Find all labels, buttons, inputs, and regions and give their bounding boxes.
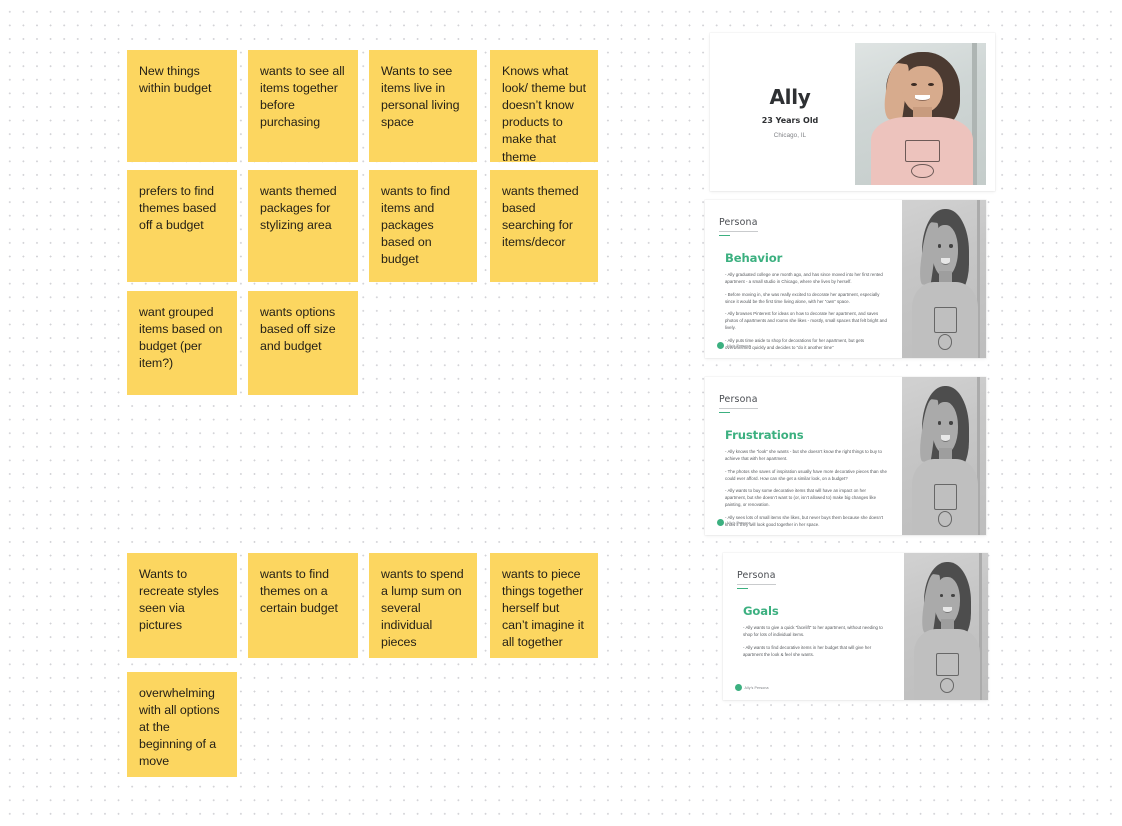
persona-behavior-slide[interactable]: Persona Behavior - Ally graduated colleg… bbox=[705, 200, 986, 358]
bullet-list: - Ally graduated college one month ago, … bbox=[725, 271, 888, 351]
bullet-item: - Ally knows the “look” she wants - but … bbox=[725, 449, 882, 462]
sticky-note-text: wants themed packages for stylizing area bbox=[260, 184, 337, 233]
sticky-note[interactable]: wants options based off size and budget bbox=[248, 291, 358, 395]
kicker-rule bbox=[719, 411, 730, 414]
sticky-note[interactable]: wants themed packages for stylizing area bbox=[248, 170, 358, 282]
sticky-note-text: want grouped items based on budget (per … bbox=[139, 305, 223, 371]
sticky-note-text: wants to spend a lump sum on several ind… bbox=[381, 567, 464, 650]
persona-photo bbox=[902, 200, 986, 358]
sticky-note-text: wants options based off size and budget bbox=[260, 305, 336, 354]
sticky-note-text: Wants to see items live in personal livi… bbox=[381, 64, 460, 130]
persona-frustrations-slide[interactable]: Persona Frustrations - Ally knows the “l… bbox=[705, 377, 986, 535]
sticky-note-text: New things within budget bbox=[139, 64, 212, 96]
sticky-note-text: Knows what look/ theme but doesn’t know … bbox=[502, 64, 586, 164]
persona-age: 23 Years Old bbox=[761, 116, 819, 125]
sticky-note[interactable]: wants themed based searching for items/d… bbox=[490, 170, 598, 282]
persona-identity: Ally 23 Years Old Chicago, IL bbox=[710, 33, 858, 191]
whiteboard-canvas[interactable]: New things within budget wants to see al… bbox=[0, 0, 1122, 826]
kicker-rule bbox=[719, 234, 730, 237]
goals-content: Persona Goals - Ally wants to give a qui… bbox=[723, 553, 904, 700]
logo-label: Ally’s Persona bbox=[726, 520, 751, 525]
bullet-list: - Ally wants to give a quick “facelift” … bbox=[743, 624, 890, 658]
slide-kicker: Persona bbox=[719, 217, 758, 232]
behavior-content: Persona Behavior - Ally graduated colleg… bbox=[705, 200, 902, 358]
persona-goals-slide[interactable]: Persona Goals - Ally wants to give a qui… bbox=[723, 553, 988, 700]
logo-circle-icon bbox=[717, 519, 724, 526]
sticky-note[interactable]: Wants to recreate styles seen via pictur… bbox=[127, 553, 237, 658]
sticky-note-text: overwhelming with all options at the beg… bbox=[139, 686, 220, 769]
bullet-item: - Ally graduated college one month ago, … bbox=[725, 272, 883, 285]
persona-location: Chicago, IL bbox=[773, 132, 807, 139]
sticky-note-text: Wants to recreate styles seen via pictur… bbox=[139, 567, 219, 633]
persona-photo bbox=[855, 43, 986, 185]
logo-label: Ally’s Persona bbox=[744, 685, 769, 690]
sticky-note[interactable]: New things within budget bbox=[127, 50, 237, 162]
sticky-note[interactable]: prefers to find themes based off a budge… bbox=[127, 170, 237, 282]
sticky-note[interactable]: want grouped items based on budget (per … bbox=[127, 291, 237, 395]
brand-logo: Ally’s Persona bbox=[717, 342, 751, 349]
sticky-note[interactable]: overwhelming with all options at the beg… bbox=[127, 672, 237, 777]
sticky-note[interactable]: wants to find themes on a certain budget bbox=[248, 553, 358, 658]
bullet-list: - Ally knows the “look” she wants - but … bbox=[725, 448, 888, 528]
sticky-note-text: wants to see all items together before p… bbox=[260, 64, 345, 130]
persona-name: Ally bbox=[769, 85, 811, 109]
bullet-item: - The photos she saves of inspiration us… bbox=[725, 468, 887, 481]
slide-kicker: Persona bbox=[719, 394, 758, 409]
sticky-note-text: wants to piece things together herself b… bbox=[502, 567, 584, 650]
persona-cover-slide[interactable]: Ally 23 Years Old Chicago, IL bbox=[710, 33, 995, 191]
slide-heading: Goals bbox=[743, 604, 779, 619]
kicker-rule bbox=[737, 587, 748, 590]
brand-logo: Ally’s Persona bbox=[735, 684, 769, 691]
frustrations-content: Persona Frustrations - Ally knows the “l… bbox=[705, 377, 902, 535]
persona-photo bbox=[904, 553, 988, 700]
logo-circle-icon bbox=[735, 684, 742, 691]
sticky-note-text: wants to find themes on a certain budget bbox=[260, 567, 338, 616]
sticky-note-text: prefers to find themes based off a budge… bbox=[139, 184, 217, 233]
sticky-note-text: wants themed based searching for items/d… bbox=[502, 184, 579, 250]
sticky-note[interactable]: wants to spend a lump sum on several ind… bbox=[369, 553, 477, 658]
bullet-item: - Ally wants to buy some decorative item… bbox=[725, 488, 877, 508]
bullet-item: - Before moving in, she was really excit… bbox=[725, 291, 880, 304]
sticky-note[interactable]: wants to see all items together before p… bbox=[248, 50, 358, 162]
slide-heading: Frustrations bbox=[725, 428, 804, 443]
bullet-item: - Ally browses Pinterest for ideas on ho… bbox=[725, 311, 887, 331]
sticky-note-text: wants to find items and packages based o… bbox=[381, 184, 450, 267]
slide-heading: Behavior bbox=[725, 251, 783, 266]
persona-photo bbox=[902, 377, 986, 535]
bullet-item: - Ally wants to find decorative items in… bbox=[743, 644, 872, 657]
brand-logo: Ally’s Persona bbox=[717, 519, 751, 526]
logo-label: Ally’s Persona bbox=[726, 343, 751, 348]
sticky-note[interactable]: wants to piece things together herself b… bbox=[490, 553, 598, 658]
sticky-note[interactable]: wants to find items and packages based o… bbox=[369, 170, 477, 282]
sticky-note[interactable]: Wants to see items live in personal livi… bbox=[369, 50, 477, 162]
sticky-note[interactable]: Knows what look/ theme but doesn’t know … bbox=[490, 50, 598, 164]
bullet-item: - Ally wants to give a quick “facelift” … bbox=[743, 625, 883, 638]
slide-kicker: Persona bbox=[737, 570, 776, 585]
logo-circle-icon bbox=[717, 342, 724, 349]
